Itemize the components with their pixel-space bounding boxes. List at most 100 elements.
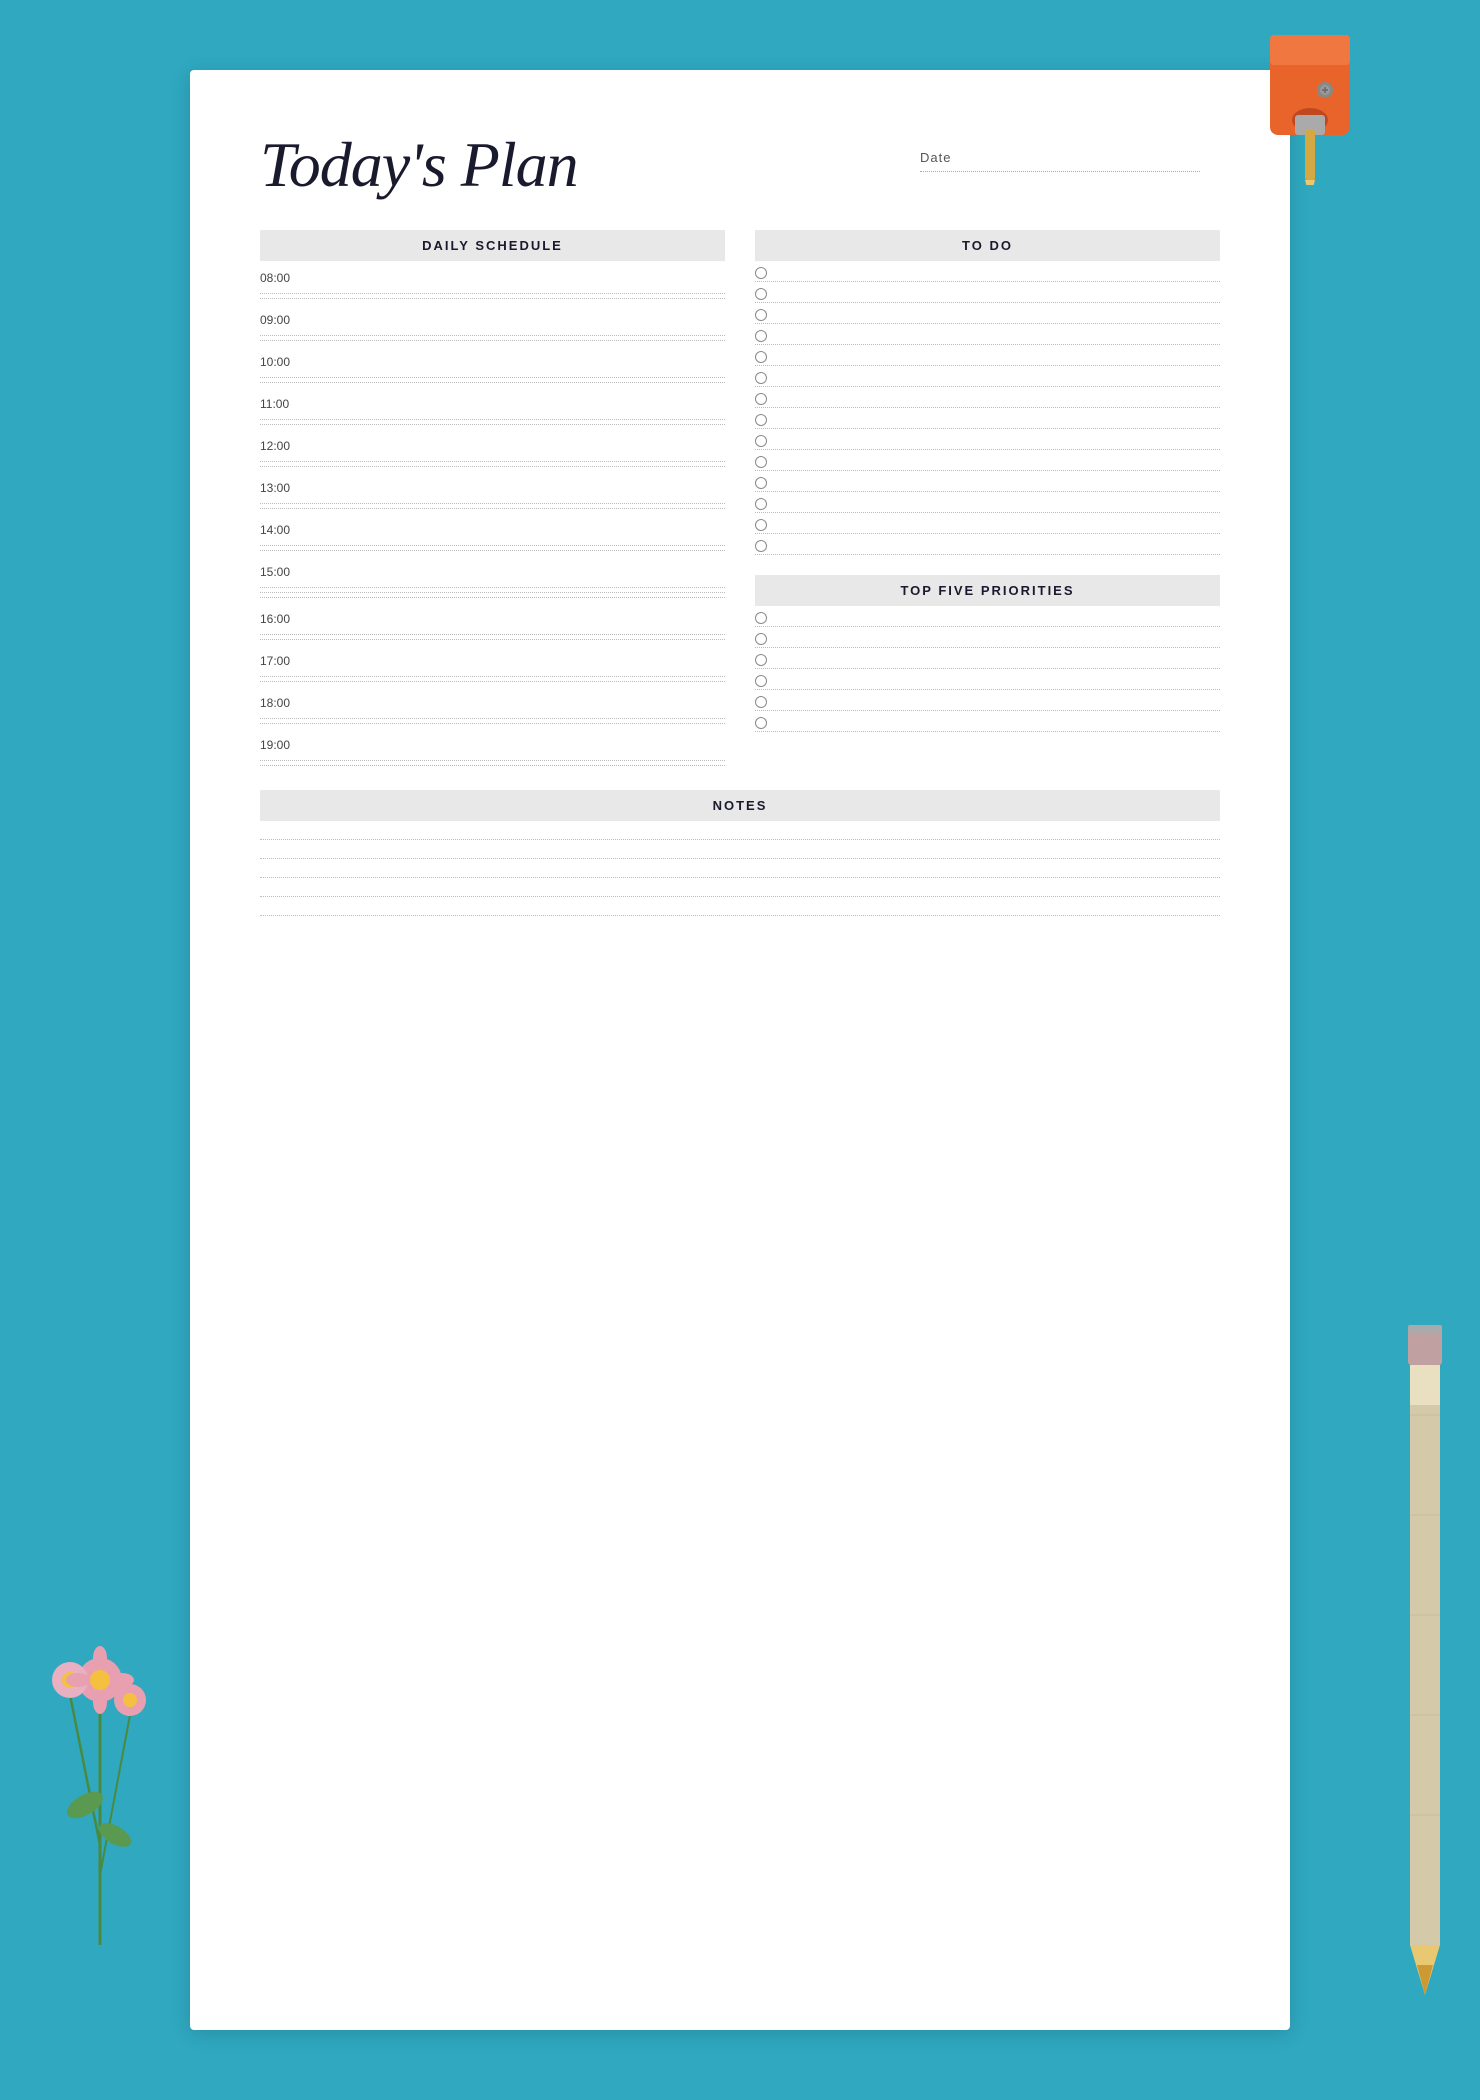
priority-checkbox-6[interactable]	[755, 717, 767, 729]
time-block-1000: 10:00	[260, 345, 725, 383]
flower-decoration	[20, 1495, 180, 1950]
todo-checkbox-1[interactable]	[755, 267, 767, 279]
todo-checkbox-8[interactable]	[755, 414, 767, 426]
note-line-2	[260, 858, 1220, 859]
priority-checkbox-1[interactable]	[755, 612, 767, 624]
time-label-1100: 11:00	[260, 387, 725, 415]
time-block-1200: 12:00	[260, 429, 725, 467]
todo-checkbox-4[interactable]	[755, 330, 767, 342]
time-block-1500: 15:00	[260, 555, 725, 598]
schedule-line	[260, 424, 725, 425]
time-block-1800: 18:00	[260, 686, 725, 724]
schedule-line	[260, 503, 725, 504]
page-title: Today's Plan	[260, 130, 890, 200]
time-label-1900: 19:00	[260, 728, 725, 756]
schedule-line	[260, 298, 725, 299]
schedule-line	[260, 419, 725, 420]
time-label-1000: 10:00	[260, 345, 725, 373]
schedule-line	[260, 377, 725, 378]
todo-checkbox-12[interactable]	[755, 498, 767, 510]
schedule-line	[260, 592, 725, 593]
date-line	[920, 171, 1200, 172]
schedule-line	[260, 639, 725, 640]
todo-checkbox-3[interactable]	[755, 309, 767, 321]
time-label-0800: 08:00	[260, 261, 725, 289]
todo-checkbox-6[interactable]	[755, 372, 767, 384]
todo-column: TO DO	[755, 230, 1220, 770]
schedule-line	[260, 681, 725, 682]
priority-checkbox-2[interactable]	[755, 633, 767, 645]
note-line-5	[260, 915, 1220, 916]
todo-checkbox-11[interactable]	[755, 477, 767, 489]
date-label: Date	[920, 150, 1220, 165]
schedule-line	[260, 461, 725, 462]
note-line-4	[260, 896, 1220, 897]
priority-text-line-6	[777, 717, 1220, 729]
schedule-line	[260, 765, 725, 766]
time-label-1400: 14:00	[260, 513, 725, 541]
priority-text-line-3	[777, 654, 1220, 666]
date-section: Date	[920, 150, 1220, 172]
todo-checkbox-13[interactable]	[755, 519, 767, 531]
priority-checkbox-3[interactable]	[755, 654, 767, 666]
todo-item-6	[755, 366, 1220, 387]
todo-text-line-3	[777, 309, 1220, 321]
priority-item-4	[755, 669, 1220, 690]
schedule-line	[260, 508, 725, 509]
todo-checkbox-5[interactable]	[755, 351, 767, 363]
notes-header: NOTES	[260, 790, 1220, 821]
todo-item-7	[755, 387, 1220, 408]
schedule-line	[260, 550, 725, 551]
todo-text-line-11	[777, 477, 1220, 489]
note-line-3	[260, 877, 1220, 878]
time-block-1700: 17:00	[260, 644, 725, 682]
schedule-line	[260, 587, 725, 588]
time-block-1300: 13:00	[260, 471, 725, 509]
priority-item-1	[755, 606, 1220, 627]
priorities-section: TOP FIVE PRIORITIES	[755, 575, 1220, 732]
priorities-header: TOP FIVE PRIORITIES	[755, 575, 1220, 606]
priority-checkbox-4[interactable]	[755, 675, 767, 687]
todo-header: TO DO	[755, 230, 1220, 261]
time-label-1300: 13:00	[260, 471, 725, 499]
time-label-1800: 18:00	[260, 686, 725, 714]
todo-checkbox-10[interactable]	[755, 456, 767, 468]
todo-text-line-13	[777, 519, 1220, 531]
schedule-line	[260, 466, 725, 467]
time-block-0900: 09:00	[260, 303, 725, 341]
todo-checkbox-14[interactable]	[755, 540, 767, 552]
todo-text-line-1	[777, 267, 1220, 279]
notes-section: NOTES	[260, 790, 1220, 934]
todo-text-line-12	[777, 498, 1220, 510]
schedule-line	[260, 545, 725, 546]
priority-item-5	[755, 690, 1220, 711]
schedule-header: DAILY SCHEDULE	[260, 230, 725, 261]
priority-item-6	[755, 711, 1220, 732]
time-label-1600: 16:00	[260, 602, 725, 630]
sharpener-decoration	[1250, 15, 1380, 190]
priority-text-line-4	[777, 675, 1220, 687]
todo-text-line-14	[777, 540, 1220, 552]
todo-item-14	[755, 534, 1220, 555]
todo-checkbox-7[interactable]	[755, 393, 767, 405]
todo-checkbox-9[interactable]	[755, 435, 767, 447]
schedule-line	[260, 335, 725, 336]
todo-text-line-8	[777, 414, 1220, 426]
todo-item-10	[755, 450, 1220, 471]
schedule-line	[260, 382, 725, 383]
priority-checkbox-5[interactable]	[755, 696, 767, 708]
paper: Today's Plan Date DAILY SCHEDULE 08:00 0…	[190, 70, 1290, 2030]
time-label-0900: 09:00	[260, 303, 725, 331]
todo-text-line-10	[777, 456, 1220, 468]
todo-item-4	[755, 324, 1220, 345]
main-grid: DAILY SCHEDULE 08:00 09:00 10:00	[260, 230, 1220, 934]
todo-checkbox-2[interactable]	[755, 288, 767, 300]
time-label-1200: 12:00	[260, 429, 725, 457]
priority-text-line-5	[777, 696, 1220, 708]
todo-item-2	[755, 282, 1220, 303]
priority-text-line-2	[777, 633, 1220, 645]
todo-text-line-5	[777, 351, 1220, 363]
schedule-line	[260, 718, 725, 719]
todo-item-3	[755, 303, 1220, 324]
todo-text-line-6	[777, 372, 1220, 384]
